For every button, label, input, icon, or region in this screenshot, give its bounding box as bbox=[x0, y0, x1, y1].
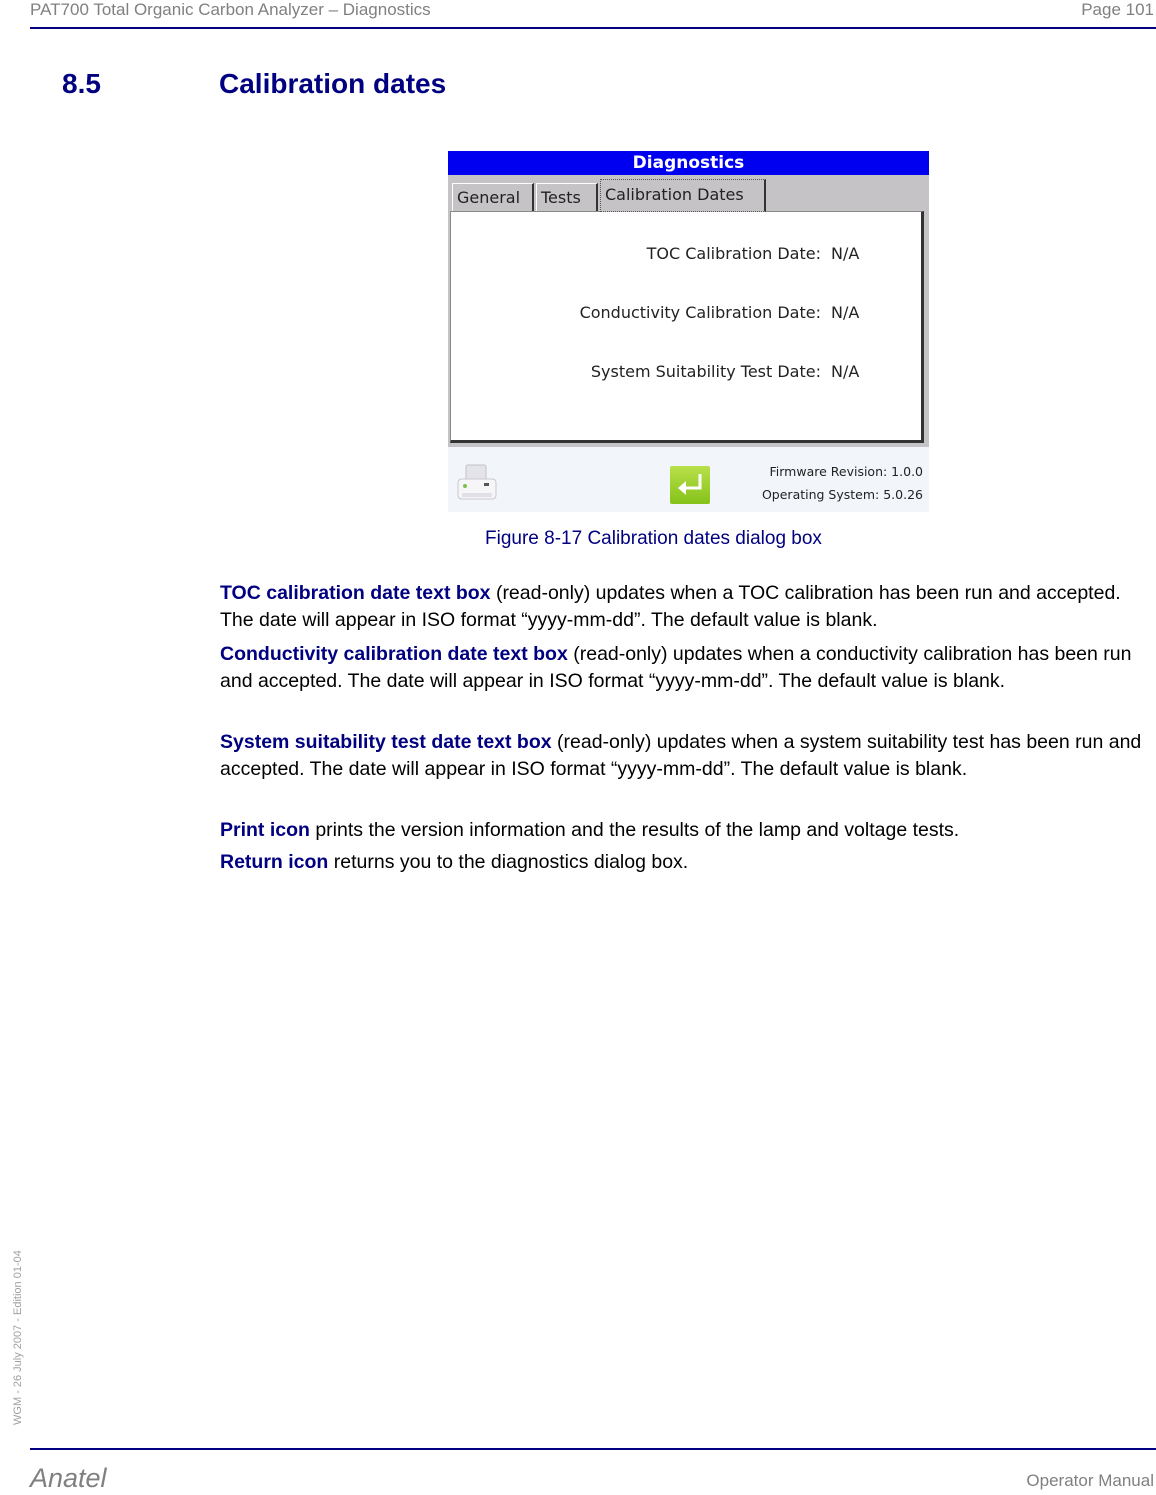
term: Return icon bbox=[220, 851, 329, 873]
term: TOC calibration date text box bbox=[220, 582, 491, 604]
edition-side-mark: WGM - 26 July 2007 - Edition 01-04 bbox=[12, 1250, 24, 1425]
toc-calibration-date-label: TOC Calibration Date: bbox=[646, 244, 821, 263]
term: Conductivity calibration date text box bbox=[220, 643, 568, 665]
system-suitability-test-date-label: System Suitability Test Date: bbox=[590, 362, 821, 381]
dialog-body: General Tests Calibration Dates TOC Cali… bbox=[448, 175, 929, 447]
version-info: Firmware Revision: 1.0.0 Operating Syste… bbox=[762, 460, 923, 506]
calibration-dates-panel: TOC Calibration Date: N/A Conductivity C… bbox=[450, 211, 924, 443]
paragraph-print-icon: Print icon prints the version informatio… bbox=[220, 817, 1152, 844]
figure-caption: Figure 8-17 Calibration dates dialog box bbox=[485, 528, 822, 549]
printer-icon[interactable] bbox=[454, 461, 500, 505]
paragraph-toc-calibration: TOC calibration date text box (read-only… bbox=[220, 580, 1152, 634]
description: prints the version information and the r… bbox=[309, 819, 960, 841]
tab-tests[interactable]: Tests bbox=[536, 183, 598, 211]
tab-general[interactable]: General bbox=[452, 183, 534, 211]
header-title: PAT700 Total Organic Carbon Analyzer – D… bbox=[30, 0, 431, 19]
paragraph-system-suitability: System suitability test date text box (r… bbox=[220, 729, 1152, 783]
paragraph-conductivity-calibration: Conductivity calibration date text box (… bbox=[220, 641, 1152, 695]
conductivity-calibration-date-label: Conductivity Calibration Date: bbox=[579, 303, 821, 322]
tab-calibration-dates[interactable]: Calibration Dates bbox=[600, 179, 766, 212]
conductivity-calibration-date-value: N/A bbox=[831, 303, 860, 322]
page-number: Page 101 bbox=[1081, 0, 1154, 19]
conductivity-calibration-date-row: Conductivity Calibration Date: N/A bbox=[579, 303, 860, 322]
footer-doc-title: Operator Manual bbox=[1026, 1471, 1154, 1490]
firmware-revision: Firmware Revision: 1.0.0 bbox=[769, 464, 924, 479]
section-number: 8.5 bbox=[62, 68, 101, 99]
toc-calibration-date-value: N/A bbox=[831, 244, 860, 263]
description: returns you to the diagnostics dialog bo… bbox=[328, 851, 689, 873]
return-arrow-icon[interactable] bbox=[670, 466, 710, 504]
paragraph-return-icon: Return icon returns you to the diagnosti… bbox=[220, 849, 1152, 876]
toc-calibration-date-row: TOC Calibration Date: N/A bbox=[646, 244, 860, 263]
term: Print icon bbox=[220, 819, 310, 841]
term: System suitability test date text box bbox=[220, 731, 552, 753]
system-suitability-test-date-row: System Suitability Test Date: N/A bbox=[590, 362, 859, 381]
footer-divider bbox=[30, 1448, 1156, 1450]
dialog-title-bar: Diagnostics bbox=[448, 151, 929, 175]
diagnostics-dialog-screenshot: Diagnostics General Tests Calibration Da… bbox=[448, 151, 929, 512]
section-title: Calibration dates bbox=[219, 68, 447, 99]
header-divider bbox=[30, 27, 1156, 29]
footer-brand: Anatel bbox=[30, 1463, 107, 1493]
operating-system-version: Operating System: 5.0.26 bbox=[761, 487, 923, 502]
system-suitability-test-date-value: N/A bbox=[831, 362, 860, 381]
